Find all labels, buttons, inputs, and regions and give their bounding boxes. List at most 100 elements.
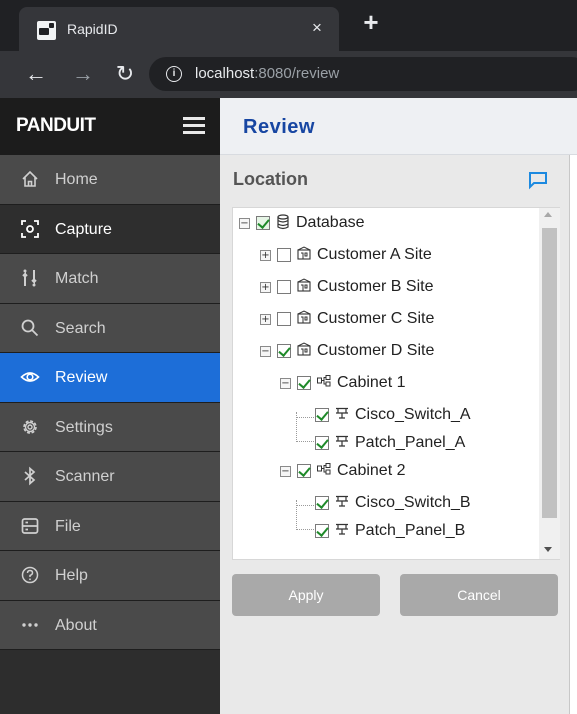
sidebar-item-label: Home [55, 171, 98, 188]
tree-node-label: Patch_Panel_B [355, 522, 466, 539]
tree-checkbox[interactable] [315, 436, 329, 450]
collapse-icon[interactable]: − [260, 345, 271, 357]
chat-toggle-icon[interactable] [527, 171, 549, 191]
tree-checkbox[interactable] [315, 496, 329, 510]
tree-node-patch-panel-a[interactable]: Patch_Panel_A [315, 431, 465, 455]
capture-icon [19, 219, 41, 241]
address-bar[interactable]: i localhost:8080/review [149, 57, 577, 91]
tab-close-icon[interactable]: × [306, 17, 328, 39]
tree-scrollbar[interactable] [539, 208, 560, 559]
browser-tab[interactable]: RapidID × [19, 7, 339, 51]
site-icon [296, 246, 312, 264]
sidebar-item-search[interactable]: Search [0, 303, 220, 353]
sidebar-item-settings[interactable]: Settings [0, 402, 220, 452]
site-icon [296, 342, 312, 360]
info-icon[interactable]: i [166, 66, 182, 82]
page-header: Review [220, 98, 577, 155]
file-icon [19, 516, 41, 538]
sidebar-item-capture[interactable]: Capture [0, 204, 220, 254]
tree-node-patch-panel-b[interactable]: Patch_Panel_B [315, 519, 465, 543]
tree-node-label: Cabinet 2 [337, 462, 406, 479]
tree-node-customer-d-site[interactable]: − Customer D Site [260, 339, 434, 363]
scroll-down-arrow-icon[interactable] [544, 547, 552, 552]
tree-connector [296, 417, 314, 418]
app-sidebar: PANDUIT Home Capture Match Search Review… [0, 98, 220, 714]
sidebar-item-about[interactable]: About [0, 600, 220, 650]
tree-node-label: Customer B Site [317, 278, 434, 295]
device-icon [334, 434, 350, 452]
reload-icon[interactable]: ↻ [111, 60, 139, 88]
tree-node-label: Customer D Site [317, 342, 435, 359]
device-icon [334, 406, 350, 424]
device-icon [334, 522, 350, 540]
tree-checkbox[interactable] [297, 376, 311, 390]
tree-node-customer-a-site[interactable]: + Customer A Site [260, 243, 432, 267]
tree-node-customer-b-site[interactable]: + Customer B Site [260, 275, 433, 299]
url-host: localhost [195, 65, 255, 82]
tree-node-database[interactable]: − Database [239, 211, 365, 235]
tree-checkbox[interactable] [277, 344, 291, 358]
tree-checkbox[interactable] [256, 216, 270, 230]
cancel-button[interactable]: Cancel [400, 574, 558, 616]
sidebar-item-label: Settings [55, 418, 113, 436]
apply-button[interactable]: Apply [232, 574, 380, 616]
sidebar-item-scanner[interactable]: Scanner [0, 452, 220, 502]
tree-node-label: Cisco_Switch_B [355, 494, 471, 511]
url-path: :8080/review [254, 65, 340, 82]
device-icon [334, 494, 350, 512]
sidebar-item-home[interactable]: Home [0, 155, 220, 205]
sidebar-item-label: Search [55, 319, 106, 337]
browser-nav-bar: ← → ↻ i localhost:8080/review [0, 51, 577, 98]
tree-node-cabinet-2[interactable]: − Cabinet 2 [280, 459, 406, 483]
collapse-icon[interactable]: − [239, 217, 250, 229]
sidebar-item-review[interactable]: Review [0, 353, 220, 403]
tree-node-cabinet-1[interactable]: − Cabinet 1 [280, 371, 406, 395]
more-icon [19, 615, 41, 637]
database-icon [275, 214, 291, 232]
gear-icon [19, 417, 41, 439]
sidebar-item-help[interactable]: Help [0, 551, 220, 601]
location-tree: − Database + Customer A Site + Customer … [232, 207, 560, 560]
sidebar-item-label: Match [55, 270, 99, 287]
tree-checkbox[interactable] [277, 280, 291, 294]
sidebar-item-file[interactable]: File [0, 501, 220, 551]
tree-checkbox[interactable] [315, 524, 329, 538]
expand-icon[interactable]: + [260, 281, 271, 293]
tree-node-cisco-switch-a[interactable]: Cisco_Switch_A [315, 403, 471, 427]
panduit-logo: PANDUIT [16, 115, 96, 136]
expand-icon[interactable]: + [260, 313, 271, 325]
new-tab-button[interactable]: + [358, 9, 384, 36]
expand-icon[interactable]: + [260, 249, 271, 261]
hamburger-menu-icon[interactable] [183, 117, 205, 134]
scroll-thumb[interactable] [542, 228, 557, 518]
back-arrow-icon[interactable]: ← [22, 60, 50, 88]
brand-bar: PANDUIT [0, 98, 220, 155]
bluetooth-icon [19, 466, 41, 488]
forward-arrow-icon[interactable]: → [69, 60, 97, 88]
sidebar-item-label: Review [55, 369, 108, 386]
url-text: localhost:8080/review [195, 65, 339, 82]
tab-title: RapidID [67, 21, 118, 37]
tree-node-cisco-switch-b[interactable]: Cisco_Switch_B [315, 491, 471, 515]
cabinet-icon [316, 462, 332, 480]
sidebar-menu: Home Capture Match Search Review Setting… [0, 155, 220, 650]
tree-node-customer-c-site[interactable]: + Customer C Site [260, 307, 434, 331]
tree-checkbox[interactable] [277, 312, 291, 326]
tree-node-label: Cabinet 1 [337, 374, 406, 391]
tree-node-label: Customer A Site [317, 246, 432, 263]
collapse-icon[interactable]: − [280, 465, 291, 477]
collapse-icon[interactable]: − [280, 377, 291, 389]
tree-connector [296, 529, 314, 530]
location-panel: Location − Database + Customer A Site + … [220, 155, 570, 714]
match-icon [19, 268, 41, 290]
site-icon [296, 310, 312, 328]
tree-checkbox[interactable] [297, 464, 311, 478]
tree-checkbox[interactable] [277, 248, 291, 262]
help-icon [19, 565, 41, 587]
tree-node-label: Patch_Panel_A [355, 434, 466, 451]
location-title: Location [233, 169, 308, 189]
tree-checkbox[interactable] [315, 408, 329, 422]
sidebar-item-label: About [55, 616, 97, 634]
sidebar-item-match[interactable]: Match [0, 254, 220, 304]
scroll-up-arrow-icon[interactable] [544, 212, 552, 217]
